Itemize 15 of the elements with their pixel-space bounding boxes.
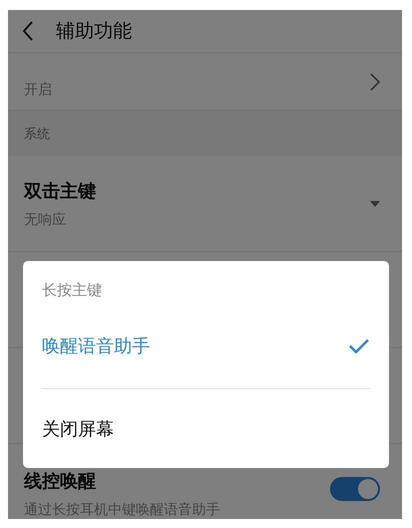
dialog-option[interactable]: 唤醒语音助手 (42, 302, 370, 390)
page-title: 辅助功能 (56, 19, 132, 44)
setting-value: 开启 (24, 80, 52, 98)
setting-value: 无响应 (24, 210, 67, 228)
section-header: 系统 (8, 111, 402, 156)
setting-title: 线控唤醒 (24, 470, 97, 493)
dialog-title: 长按主键 (42, 281, 103, 301)
chevron-right-icon (370, 72, 380, 90)
dialog-option[interactable]: 关闭屏幕 (42, 389, 370, 468)
setting-title: 双击主键 (24, 180, 96, 202)
check-icon (348, 338, 370, 354)
setting-description: 通过长按耳机中键唤醒语音助手 (24, 501, 220, 519)
toggle-switch[interactable] (330, 477, 380, 501)
back-icon[interactable] (22, 21, 34, 41)
dropdown-caret-icon (370, 200, 380, 206)
